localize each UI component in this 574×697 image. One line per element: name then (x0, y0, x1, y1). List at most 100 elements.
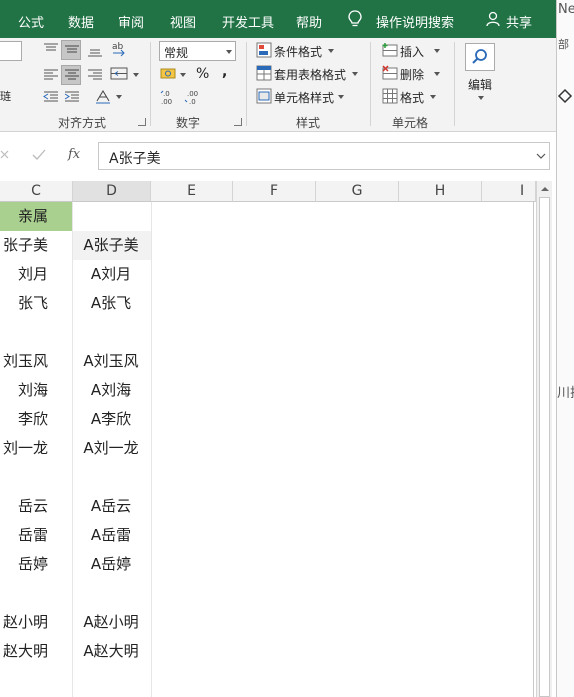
editing-dropdown-icon[interactable] (478, 96, 484, 100)
format-as-table-button[interactable]: 套用表格格式 (274, 66, 346, 83)
cell-c-name[interactable]: 张子美 (0, 231, 72, 260)
cell-d-result[interactable]: A赵小明 (73, 608, 151, 637)
cell-d-result[interactable]: A张飞 (73, 289, 151, 318)
cell-d-empty[interactable] (73, 579, 151, 608)
column-header-e[interactable]: E (151, 181, 233, 202)
align-right-icon[interactable] (86, 68, 104, 82)
cell-c-name[interactable]: 岳雷 (0, 521, 72, 550)
merge-dropdown-icon[interactable] (133, 73, 139, 77)
expand-formula-bar-icon[interactable] (536, 152, 546, 160)
currency-dropdown-icon[interactable] (180, 73, 186, 77)
number-launcher-icon[interactable] (234, 118, 242, 126)
font-color-fragment[interactable]: 琏 (0, 88, 11, 104)
cell-c-name[interactable]: 赵大明 (0, 637, 72, 666)
insert-dropdown-icon[interactable] (434, 49, 440, 53)
format-button[interactable]: 格式 (400, 89, 424, 106)
cell-d-result[interactable]: A张子美 (73, 231, 151, 260)
person-icon[interactable] (486, 11, 502, 27)
tab-help[interactable]: 帮助 (296, 12, 322, 31)
conditional-format-button[interactable]: 条件格式 (274, 43, 322, 60)
cell-c-name[interactable]: 刘月 (0, 260, 72, 289)
cell-c-name[interactable]: 刘海 (0, 376, 72, 405)
cell-c-empty[interactable] (0, 666, 72, 695)
text-orientation-icon[interactable] (94, 88, 112, 104)
align-left-icon[interactable] (42, 68, 60, 82)
merge-cells-icon[interactable] (110, 66, 128, 82)
increase-indent-icon[interactable] (63, 90, 81, 104)
cell-d-result[interactable]: A刘玉风 (73, 347, 151, 376)
percent-button[interactable]: % (196, 66, 209, 82)
cell-styles-icon[interactable] (256, 88, 272, 104)
number-format-dropdown-icon[interactable] (226, 50, 232, 54)
cell-c-empty[interactable] (0, 579, 72, 608)
scrollbar-thumb[interactable] (539, 197, 550, 697)
editing-button[interactable]: 编辑 (468, 76, 492, 93)
tab-review[interactable]: 审阅 (118, 12, 144, 31)
tab-view[interactable]: 视图 (170, 12, 196, 31)
cell-c-empty[interactable] (0, 318, 72, 347)
column-header-d[interactable]: D (73, 181, 151, 202)
conditional-format-dropdown-icon[interactable] (328, 49, 334, 53)
cell-c-name[interactable]: 岳婷 (0, 550, 72, 579)
cell-c-name[interactable]: 刘一龙 (0, 434, 72, 463)
cell-d-result[interactable]: A岳雷 (73, 521, 151, 550)
increase-decimal-icon[interactable]: .0 .00 (160, 88, 180, 106)
insert-button[interactable]: 插入 (400, 43, 424, 60)
font-size-select-fragment[interactable] (0, 41, 22, 61)
cell-d-result[interactable]: A岳云 (73, 492, 151, 521)
column-header-g[interactable]: G (316, 181, 399, 202)
cell-c-name[interactable]: 岳云 (0, 492, 72, 521)
column-header-i[interactable]: I (482, 181, 536, 202)
number-format-select[interactable]: 常规 (159, 41, 236, 61)
cell-c-name[interactable]: 刘玉风 (0, 347, 72, 376)
cell-c-header[interactable]: 亲属 (0, 202, 72, 231)
find-select-button[interactable] (465, 43, 495, 71)
cell-c-name[interactable]: 李欣 (0, 405, 72, 434)
orientation-dropdown-icon[interactable] (116, 95, 122, 99)
cell-c-empty[interactable] (0, 463, 72, 492)
scroll-up-icon[interactable] (540, 185, 550, 193)
cell-d-result[interactable]: A刘月 (73, 260, 151, 289)
cell-d-empty[interactable] (73, 463, 151, 492)
orientation-icon[interactable]: ab (110, 40, 128, 58)
formula-input[interactable]: A张子美 (98, 142, 550, 170)
format-dropdown-icon[interactable] (430, 95, 436, 99)
delete-cells-icon[interactable] (382, 65, 398, 81)
enter-check-icon[interactable] (32, 149, 46, 161)
decrease-indent-icon[interactable] (42, 90, 60, 104)
format-table-icon[interactable] (256, 65, 272, 81)
cell-d-result[interactable]: A刘海 (73, 376, 151, 405)
format-cells-icon[interactable] (382, 88, 398, 104)
cell-c-name[interactable]: 赵小明 (0, 608, 72, 637)
conditional-format-icon[interactable] (256, 42, 272, 58)
format-table-dropdown-icon[interactable] (352, 72, 358, 76)
cell-styles-dropdown-icon[interactable] (338, 95, 344, 99)
cell-d-result[interactable]: A李欣 (73, 405, 151, 434)
fill-tool-icon[interactable] (557, 88, 573, 106)
cell-d-header[interactable] (73, 202, 151, 231)
comma-button[interactable]: , (222, 64, 227, 80)
currency-icon[interactable] (160, 66, 182, 82)
cell-d-result[interactable]: A岳婷 (73, 550, 151, 579)
tab-developer[interactable]: 开发工具 (222, 12, 274, 31)
tab-formulas[interactable]: 公式 (18, 12, 44, 31)
insert-cells-icon[interactable] (382, 42, 398, 58)
cancel-icon[interactable] (0, 150, 10, 160)
worksheet-grid[interactable]: 亲属 张子美 A张子美 刘月 A刘月 张飞 A张飞 刘玉风 A刘玉风 刘海 A刘… (0, 202, 534, 697)
decrease-decimal-icon[interactable]: .00 .0 (184, 88, 204, 106)
align-top-icon[interactable] (42, 42, 60, 56)
cell-styles-button[interactable]: 单元格样式 (274, 89, 334, 106)
column-header-h[interactable]: H (399, 181, 482, 202)
cell-c-name[interactable]: 张飞 (0, 289, 72, 318)
column-header-f[interactable]: F (233, 181, 316, 202)
tell-me-search[interactable]: 操作说明搜索 (376, 12, 454, 31)
alignment-launcher-icon[interactable] (138, 118, 146, 126)
share-button[interactable]: 共享 (506, 12, 532, 31)
tab-data[interactable]: 数据 (68, 12, 94, 31)
cell-d-empty[interactable] (73, 318, 151, 347)
delete-dropdown-icon[interactable] (434, 72, 440, 76)
column-header-c[interactable]: C (0, 181, 73, 202)
cell-d-empty[interactable] (73, 666, 151, 695)
insert-function-button[interactable]: fx (68, 147, 80, 162)
align-bottom-icon[interactable] (86, 44, 104, 58)
